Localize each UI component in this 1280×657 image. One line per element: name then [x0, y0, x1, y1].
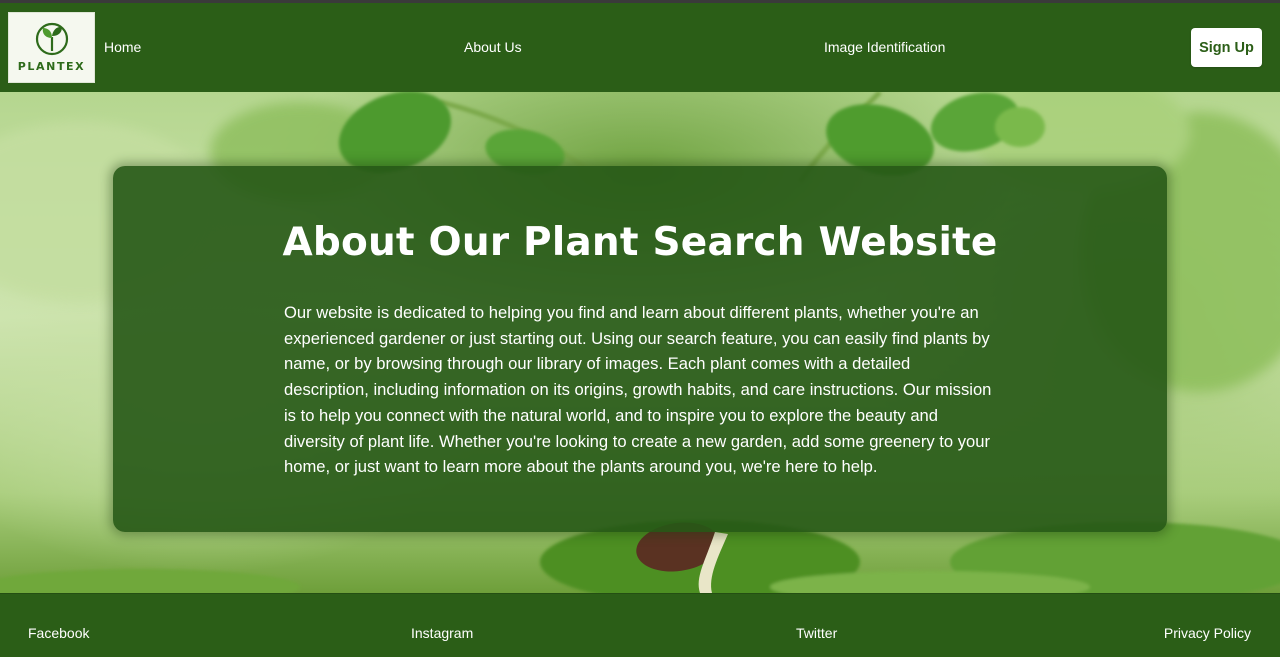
- footer-link-twitter[interactable]: Twitter: [796, 625, 837, 641]
- nav-home[interactable]: Home: [104, 39, 141, 55]
- nav-about-us[interactable]: About Us: [464, 39, 522, 55]
- footer-link-privacy-policy[interactable]: Privacy Policy: [1164, 625, 1251, 641]
- logo-text: PLANTEX: [17, 60, 86, 73]
- about-description: Our website is dedicated to helping you …: [284, 303, 992, 477]
- navbar: PLANTEX Home About Us Image Identificati…: [0, 3, 1280, 92]
- hero-section: About Our Plant Search Website Our websi…: [0, 92, 1280, 593]
- about-card: About Our Plant Search Website Our websi…: [113, 166, 1167, 532]
- footer: Facebook Instagram Twitter Privacy Polic…: [0, 593, 1280, 657]
- sign-up-button[interactable]: Sign Up: [1191, 28, 1262, 67]
- sprout-icon: [35, 22, 68, 56]
- footer-link-facebook[interactable]: Facebook: [28, 625, 89, 641]
- nav-image-identification[interactable]: Image Identification: [824, 39, 945, 55]
- footer-link-instagram[interactable]: Instagram: [411, 625, 473, 641]
- browser-viewport: PLANTEX Home About Us Image Identificati…: [0, 0, 1280, 657]
- logo[interactable]: PLANTEX: [8, 12, 95, 83]
- page-title: About Our Plant Search Website: [282, 220, 998, 265]
